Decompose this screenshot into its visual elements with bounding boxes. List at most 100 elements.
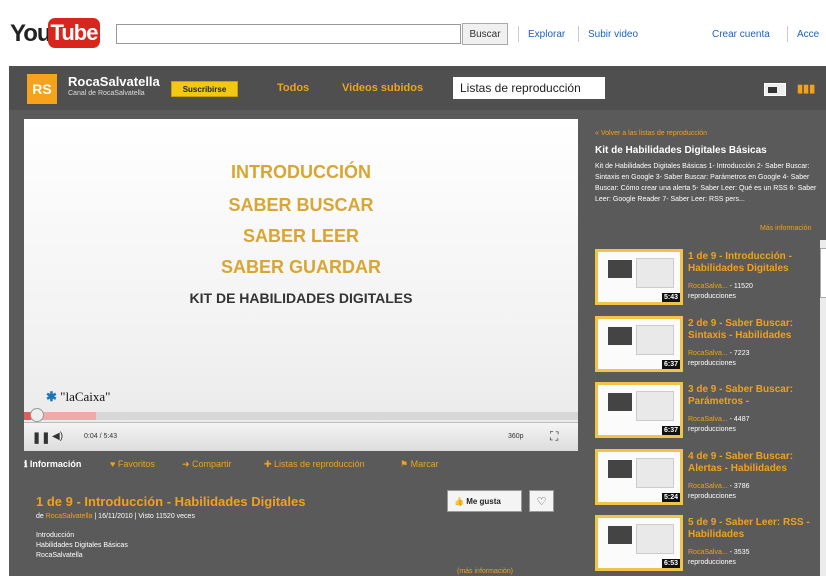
tab-all[interactable]: Todos [277, 82, 309, 94]
playlist-item-title[interactable]: 4 de 9 - Saber Buscar: Alertas - Habilid… [688, 451, 813, 475]
share-action[interactable]: ➜ Compartir [182, 459, 232, 470]
video-duration: 5:43 [661, 293, 680, 302]
playlist-item-author[interactable]: RocaSalva... [688, 350, 728, 357]
explore-link[interactable]: Explorar [528, 29, 565, 40]
thumbnail-panel [636, 391, 674, 421]
playlist-item-views: - 4487 [729, 416, 750, 423]
search-button[interactable]: Buscar [462, 23, 508, 45]
playlist-item-author[interactable]: RocaSalva... [688, 283, 728, 290]
video-duration: 6:37 [661, 426, 680, 435]
playlist-item-byline: RocaSalva... - 3535 [688, 549, 750, 556]
video-player[interactable]: INTRODUCCIÓN SABER BUSCAR SABER LEER SAB… [24, 119, 578, 451]
subscribe-button[interactable]: Suscribirse [171, 81, 238, 97]
thumbnail-face [608, 526, 632, 544]
video-thumbnail[interactable]: 6:53 [595, 515, 683, 571]
playlist-item-title[interactable]: 3 de 9 - Saber Buscar: Parámetros - [688, 384, 813, 408]
video-description-line: RocaSalvatella [36, 552, 83, 559]
video-duration: 6:37 [661, 360, 680, 369]
slide-title: INTRODUCCIÓN [231, 162, 371, 182]
video-thumbnail[interactable]: 5:43 [595, 249, 683, 305]
channel-header: RS RocaSalvatella Canal de RocaSalvatell… [9, 66, 826, 110]
author-link[interactable]: RocaSalvatella [46, 513, 93, 520]
thumbnail-panel [636, 258, 674, 288]
playlist-item-author[interactable]: RocaSalva... [688, 483, 728, 490]
video-description-line: Introducción [36, 532, 75, 539]
sponsor-text: "laCaixa" [60, 389, 111, 404]
action-label: Compartir [192, 459, 232, 469]
playlist-item-views: - 3786 [729, 483, 750, 490]
playlist-item-views: - 3535 [729, 549, 750, 556]
arrow-icon: ➜ [182, 459, 193, 469]
playlist-item-views: - 7223 [729, 350, 750, 357]
volume-icon[interactable]: ◀) [52, 431, 63, 442]
scrubber-handle[interactable] [30, 408, 44, 422]
sponsor-logo: ✱ "laCaixa" [46, 389, 110, 405]
create-account-link[interactable]: Crear cuenta [712, 29, 770, 40]
playlist-item-title[interactable]: 5 de 9 - Saber Leer: RSS - Habilidades [688, 517, 813, 541]
dislike-button[interactable]: ♡ [529, 490, 554, 512]
player-view-icon[interactable] [764, 83, 786, 96]
meta-details: | 16/11/2010 | Visto 11520 veces [94, 513, 195, 520]
info-action[interactable]: ℹ Información [24, 459, 81, 470]
playlist-item-views-label: reproducciones [688, 293, 736, 300]
back-to-playlists-link[interactable]: « Volver a las listas de reproducción [595, 130, 707, 137]
youtube-logo[interactable]: You Tube [10, 18, 100, 48]
playlist-item[interactable]: 6:53 5 de 9 - Saber Leer: RSS - Habilidad… [595, 515, 817, 575]
playlist-item[interactable]: 5:43 1 de 9 - Introducción - Habilidades … [595, 249, 817, 309]
heart-icon: ♥ [110, 459, 118, 469]
playlist-more-info-link[interactable]: Más información [760, 225, 811, 232]
action-label: Información [29, 459, 82, 469]
video-thumbnail[interactable]: 5:24 [595, 449, 683, 505]
star-icon: ✱ [46, 389, 57, 404]
playlist-item-author[interactable]: RocaSalva... [688, 416, 728, 423]
like-label: Me gusta [466, 496, 501, 506]
thumbs-up-icon: 👍 [454, 496, 467, 506]
action-label: Listas de reproducción [274, 459, 365, 469]
channel-logo[interactable]: RS [27, 74, 57, 104]
thumbnail-face [608, 260, 632, 278]
playlist-item-byline: RocaSalva... - 7223 [688, 350, 750, 357]
sign-in-link[interactable]: Acce [797, 29, 819, 40]
playlist-item[interactable]: 5:24 4 de 9 - Saber Buscar: Alertas - Hab… [595, 449, 817, 509]
more-info-link[interactable]: (más información) [457, 568, 513, 575]
playlist-item[interactable]: 6:37 3 de 9 - Saber Buscar: Parámetros - R… [595, 382, 817, 442]
favorites-action[interactable]: ♥ Favoritos [110, 459, 155, 469]
upload-link[interactable]: Subir video [588, 29, 638, 40]
video-thumbnail[interactable]: 6:37 [595, 316, 683, 372]
playlist-item-views-label: reproducciones [688, 559, 736, 566]
tab-uploads[interactable]: Videos subidos [342, 82, 423, 94]
action-bar: ℹ Información ♥ Favoritos ➜ Compartir ✚ … [24, 457, 578, 473]
time-display: 0:04 / 5:43 [84, 433, 118, 440]
slide-title: SABER LEER [242, 226, 359, 246]
divider [787, 26, 788, 42]
search-input[interactable] [116, 24, 461, 44]
playlist-item-byline: RocaSalva... - 11520 [688, 283, 753, 290]
logo-tube-text: Tube [48, 18, 100, 48]
playlist-item-title[interactable]: 2 de 9 - Saber Buscar: Sintaxis - Habili… [688, 318, 813, 342]
flag-action[interactable]: ⚑ Marcar [400, 459, 439, 470]
thumbnail-panel [636, 458, 674, 488]
playlist-item-views-label: reproducciones [688, 360, 736, 367]
grid-view-icon[interactable]: ▮▮▮ [797, 83, 815, 96]
scrollbar-thumb[interactable] [820, 248, 826, 298]
playlist-item-byline: RocaSalva... - 4487 [688, 416, 750, 423]
action-label: Marcar [410, 459, 439, 469]
playlist-item[interactable]: 6:37 2 de 9 - Saber Buscar: Sintaxis - Ha… [595, 316, 817, 376]
video-meta: de RocaSalvatella | 16/11/2010 | Visto 1… [36, 513, 195, 520]
fullscreen-icon[interactable]: ⛶ [550, 429, 558, 444]
pause-icon[interactable]: ❚❚ [32, 431, 50, 444]
playlist-item-title[interactable]: 1 de 9 - Introducción - Habilidades Digi… [688, 251, 813, 275]
channel-page: RS RocaSalvatella Canal de RocaSalvatell… [9, 66, 826, 576]
quality-selector[interactable]: 360p [508, 433, 524, 440]
tab-playlists[interactable]: Listas de reproducción [453, 77, 605, 99]
thumbs-down-icon: ♡ [536, 495, 547, 508]
like-button[interactable]: 👍 Me gusta [447, 490, 522, 512]
video-thumbnail[interactable]: 6:37 [595, 382, 683, 438]
playlists-action[interactable]: ✚ Listas de reproducción [264, 459, 365, 470]
playlist-scrollbar[interactable] [820, 240, 826, 576]
channel-name[interactable]: RocaSalvatella [68, 74, 160, 89]
thumbnail-face [608, 327, 632, 345]
progress-bar[interactable] [24, 412, 578, 420]
video-duration: 5:24 [661, 493, 680, 502]
playlist-item-author[interactable]: RocaSalva... [688, 549, 728, 556]
